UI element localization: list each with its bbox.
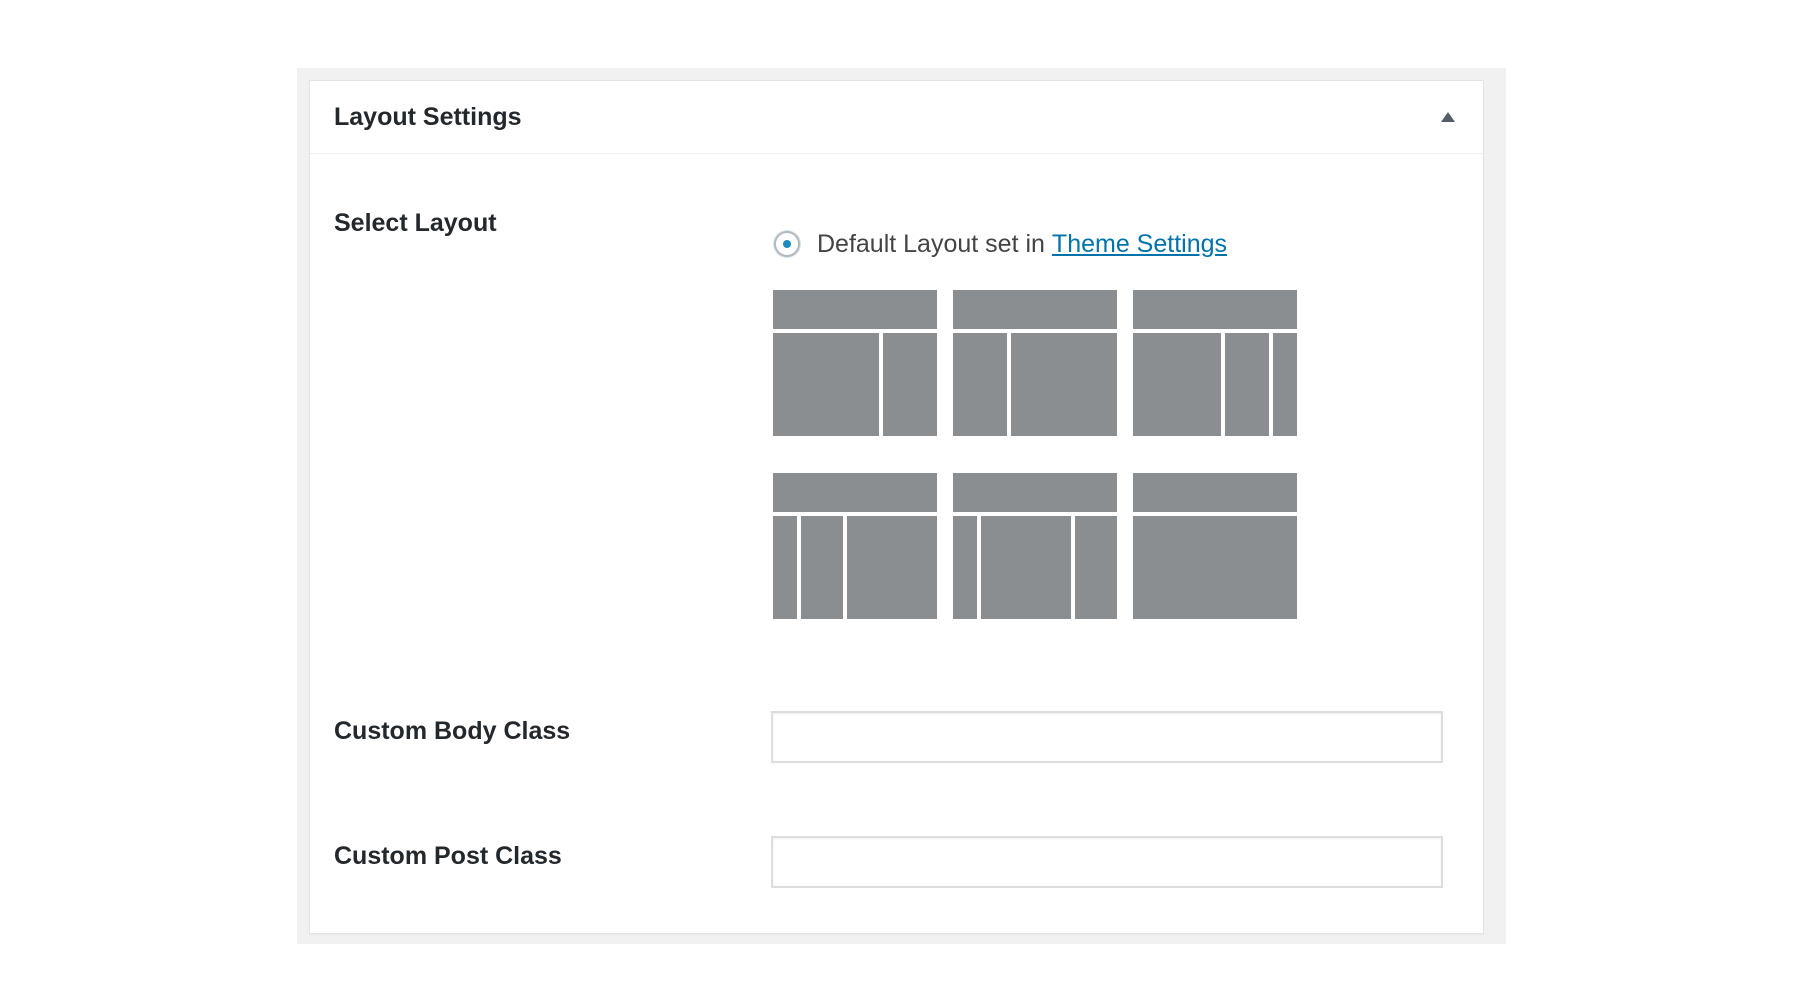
collapse-toggle-button[interactable] bbox=[1437, 107, 1459, 129]
metabox-title: Layout Settings bbox=[334, 103, 522, 131]
custom-post-class-label: Custom Post Class bbox=[334, 842, 562, 870]
layout-settings-metabox: Layout Settings Select Layout Default La… bbox=[309, 80, 1484, 934]
radio-selected-dot bbox=[783, 240, 791, 248]
layout-header-block bbox=[953, 473, 1117, 512]
layout-option-content-sidebar-sidebar[interactable] bbox=[1133, 290, 1297, 436]
select-layout-label: Select Layout bbox=[334, 209, 497, 237]
layout-header-block bbox=[773, 290, 937, 329]
layout-header-block bbox=[1133, 473, 1297, 512]
layout-sidebar-block bbox=[1225, 333, 1269, 436]
layout-sidebar-alt-block bbox=[773, 516, 797, 619]
layout-content-block bbox=[1133, 333, 1221, 436]
layout-options-grid bbox=[773, 290, 1313, 623]
metabox-frame: Layout Settings Select Layout Default La… bbox=[297, 68, 1506, 944]
custom-post-class-input[interactable] bbox=[771, 836, 1443, 888]
layout-option-sidebar-content-sidebar[interactable] bbox=[953, 473, 1117, 619]
layout-sidebar-block bbox=[883, 333, 937, 436]
default-layout-text: Default Layout set in bbox=[817, 229, 1045, 258]
custom-body-class-label: Custom Body Class bbox=[334, 717, 571, 745]
layout-option-full-width-content[interactable] bbox=[1133, 473, 1297, 619]
layout-option-content-sidebar[interactable] bbox=[773, 290, 937, 436]
default-layout-radio[interactable] bbox=[774, 231, 800, 257]
custom-body-class-input[interactable] bbox=[771, 711, 1443, 763]
layout-option-sidebar-content[interactable] bbox=[953, 290, 1117, 436]
layout-header-block bbox=[1133, 290, 1297, 329]
theme-settings-link[interactable]: Theme Settings bbox=[1052, 230, 1227, 259]
layout-content-block bbox=[981, 516, 1071, 619]
layout-option-sidebar-sidebar-content[interactable] bbox=[773, 473, 937, 619]
layout-sidebar-block bbox=[953, 333, 1007, 436]
default-layout-option: Default Layout set in Theme Settings bbox=[774, 226, 1227, 262]
layout-sidebar-block bbox=[801, 516, 843, 619]
layout-sidebar-alt-block bbox=[1273, 333, 1297, 436]
layout-content-block bbox=[847, 516, 937, 619]
layout-sidebar-alt-block bbox=[953, 516, 977, 619]
layout-content-block bbox=[1011, 333, 1117, 436]
layout-sidebar-block bbox=[1075, 516, 1117, 619]
metabox-header: Layout Settings bbox=[310, 81, 1483, 154]
layout-header-block bbox=[953, 290, 1117, 329]
layout-header-block bbox=[773, 473, 937, 512]
layout-content-block bbox=[773, 333, 879, 436]
layout-content-block bbox=[1133, 516, 1297, 619]
triangle-up-icon bbox=[1441, 112, 1455, 122]
